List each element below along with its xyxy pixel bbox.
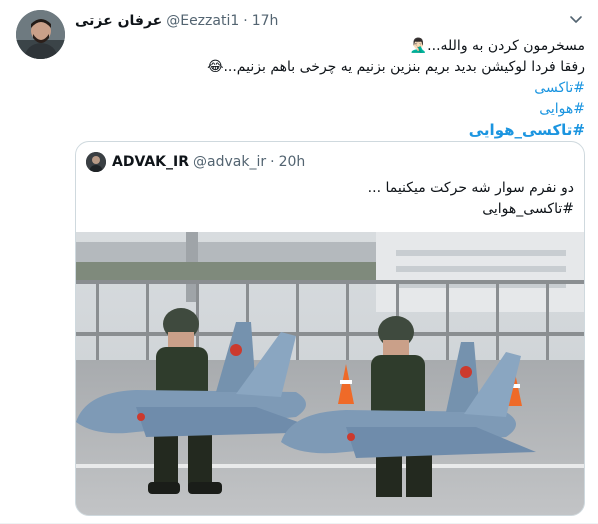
tweet-card[interactable]: عرفان عزتی @Eezzati1 · 17h مسخرمون کردن … <box>0 0 598 524</box>
hashtag-link[interactable]: #هوایی <box>75 99 585 120</box>
quoted-author-name: ADVAK_IR <box>112 154 190 170</box>
quoted-timestamp: 20h <box>278 154 306 170</box>
tweet-text: مسخرمون کردن به والله...🤦🏻‍♂️ رفقا فردا … <box>75 36 585 141</box>
quoted-tweet-text: دو نفرم سوار شه حرکت میکنیما ... #تاکسی_… <box>84 178 574 220</box>
quoted-tweet[interactable]: ADVAK_IR @advak_ir · 20h دو نفرم سوار شه… <box>75 141 585 516</box>
tweet-text-line: مسخرمون کردن به والله...🤦🏻‍♂️ <box>409 38 585 54</box>
quoted-author-handle: @advak_ir <box>193 154 267 170</box>
tweet-header: عرفان عزتی @Eezzati1 · 17h <box>75 10 278 32</box>
photo-illustration <box>76 232 584 515</box>
quoted-tweet-header: ADVAK_IR @advak_ir · 20h <box>86 151 305 173</box>
author-handle[interactable]: @Eezzati1 <box>166 13 239 29</box>
quoted-text-line: دو نفرم سوار شه حرکت میکنیما ... <box>367 180 574 196</box>
separator-dot: · <box>270 154 275 170</box>
author-avatar[interactable] <box>16 10 65 59</box>
quoted-hashtag: #تاکسی_هوایی <box>482 201 574 217</box>
chevron-down-icon[interactable] <box>566 9 586 29</box>
tweet-timestamp[interactable]: 17h <box>252 13 279 29</box>
tweet-text-line: رفقا فردا لوکیشن بدید بریم بنزین بزنیم ی… <box>207 59 585 75</box>
hashtag-link[interactable]: #تاکسی_هوایی <box>75 120 585 141</box>
author-name[interactable]: عرفان عزتی <box>75 13 162 29</box>
separator-dot: · <box>243 13 248 29</box>
quoted-media-image[interactable] <box>76 232 584 515</box>
hashtag-link[interactable]: #تاکسی <box>75 78 585 99</box>
quoted-author-avatar <box>86 152 106 172</box>
